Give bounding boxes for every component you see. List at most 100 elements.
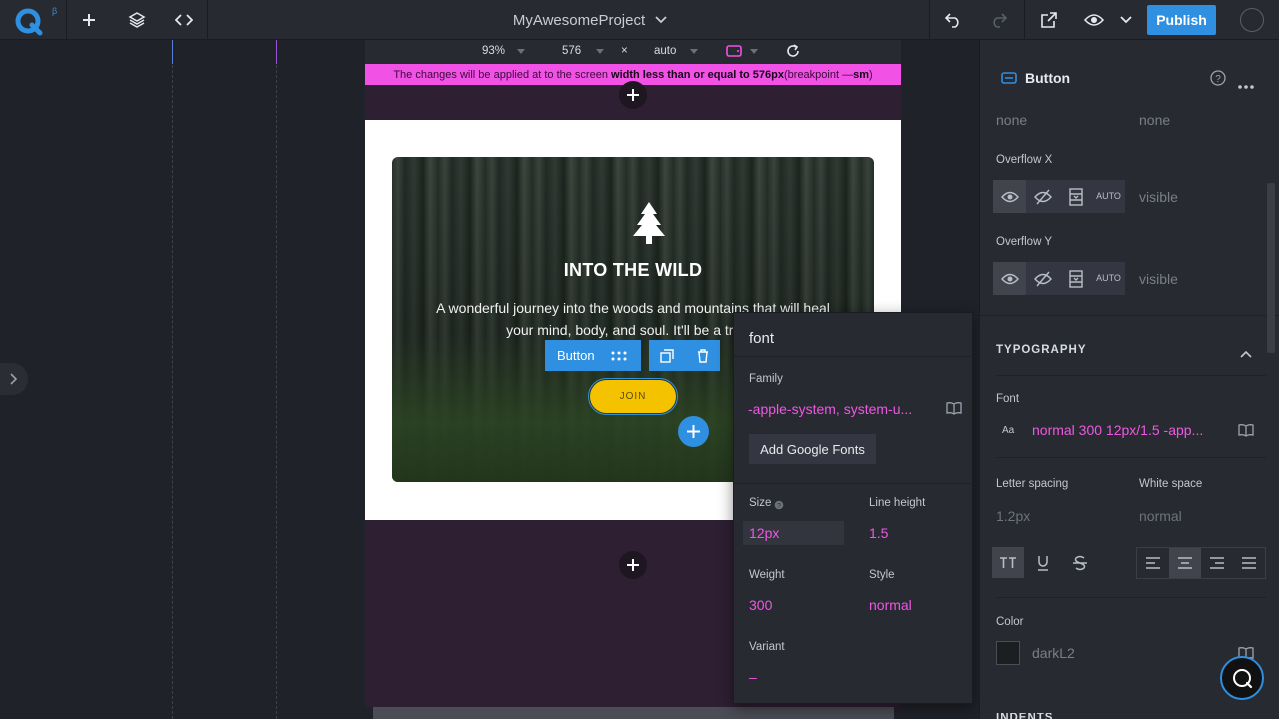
book-icon[interactable] bbox=[946, 401, 962, 420]
add-section-button[interactable] bbox=[619, 551, 647, 579]
chevron-down-icon[interactable] bbox=[596, 49, 604, 54]
logo-icon[interactable]: β bbox=[14, 6, 57, 36]
white-space-label: White space bbox=[1139, 478, 1203, 490]
project-selector[interactable]: MyAwesomeProject bbox=[470, 0, 710, 40]
chat-button[interactable] bbox=[1220, 656, 1264, 700]
banner-bold: width less than or equal to 576px bbox=[611, 68, 784, 81]
duplicate-icon[interactable] bbox=[660, 348, 674, 363]
strikethrough-icon[interactable] bbox=[1072, 555, 1088, 576]
eye-icon bbox=[1000, 273, 1019, 284]
undo-button[interactable] bbox=[932, 0, 974, 40]
add-button[interactable] bbox=[68, 0, 110, 40]
zoom-value[interactable]: 93% bbox=[482, 45, 505, 57]
style-label: Style bbox=[869, 569, 895, 581]
style-value[interactable]: normal bbox=[869, 597, 912, 613]
redo-icon bbox=[993, 13, 1008, 28]
overflow-hidden-button[interactable] bbox=[1026, 262, 1059, 295]
chevron-down-icon bbox=[655, 16, 667, 24]
variant-value[interactable]: – bbox=[749, 669, 757, 685]
book-icon[interactable] bbox=[1238, 423, 1254, 442]
overflow-scroll-button[interactable] bbox=[1059, 180, 1092, 213]
breakpoint-guide bbox=[276, 40, 277, 64]
refresh-icon[interactable] bbox=[785, 43, 801, 62]
breakpoint-guide bbox=[172, 40, 173, 64]
viewport-height[interactable]: auto bbox=[654, 45, 676, 57]
color-value[interactable]: darkL2 bbox=[1032, 645, 1075, 661]
panel-scrollbar[interactable] bbox=[1267, 183, 1275, 353]
overflow-auto-button[interactable]: AU TO bbox=[1092, 180, 1125, 213]
device-icon[interactable] bbox=[726, 45, 742, 60]
align-left-icon[interactable] bbox=[1137, 548, 1169, 578]
element-label: Button bbox=[557, 348, 595, 363]
add-element-button[interactable] bbox=[678, 416, 709, 447]
preview-options-button[interactable] bbox=[1114, 0, 1138, 40]
avatar[interactable] bbox=[1240, 8, 1264, 32]
color-label: Color bbox=[996, 616, 1024, 628]
letter-spacing-value[interactable]: 1.2px bbox=[996, 508, 1030, 524]
overflow-auto-bottom: TO bbox=[1108, 273, 1121, 283]
more-icon[interactable] bbox=[1238, 76, 1254, 94]
project-name: MyAwesomeProject bbox=[512, 11, 646, 29]
layers-button[interactable] bbox=[116, 0, 158, 40]
code-button[interactable] bbox=[163, 0, 205, 40]
size-label: Size bbox=[749, 497, 772, 509]
eye-slash-icon bbox=[1033, 189, 1052, 204]
plus-icon bbox=[627, 559, 639, 571]
chevron-down-icon[interactable] bbox=[517, 49, 525, 54]
variant-label: Variant bbox=[749, 641, 785, 653]
help-icon[interactable]: ? bbox=[1210, 70, 1226, 91]
column-guide bbox=[276, 40, 277, 719]
viewport-width[interactable]: 576 bbox=[562, 45, 581, 57]
help-icon[interactable]: ? bbox=[774, 497, 784, 515]
horizontal-scrollbar[interactable] bbox=[373, 707, 894, 719]
overflow-visible-button[interactable] bbox=[993, 180, 1026, 213]
join-button[interactable]: JOIN bbox=[588, 378, 678, 415]
eye-icon bbox=[1000, 191, 1019, 202]
weight-value[interactable]: 300 bbox=[749, 597, 772, 613]
properties-panel: Button ? none none Overflow X AU TO visib… bbox=[979, 40, 1279, 719]
align-center-icon[interactable] bbox=[1169, 548, 1201, 578]
none-value-left[interactable]: none bbox=[996, 112, 1027, 128]
trash-icon[interactable] bbox=[697, 348, 709, 363]
chevron-up-icon[interactable] bbox=[1240, 345, 1252, 363]
align-justify-icon[interactable] bbox=[1233, 548, 1265, 578]
tree-icon bbox=[632, 202, 666, 244]
chevron-down-icon[interactable] bbox=[690, 49, 698, 54]
align-right-icon[interactable] bbox=[1201, 548, 1233, 578]
overflow-hidden-button[interactable] bbox=[1026, 180, 1059, 213]
overflow-scroll-button[interactable] bbox=[1059, 262, 1092, 295]
add-section-button[interactable] bbox=[619, 81, 647, 109]
indents-heading[interactable]: INDENTS bbox=[996, 713, 1053, 719]
size-value[interactable]: 12px bbox=[749, 525, 779, 541]
chevron-down-icon[interactable] bbox=[750, 49, 758, 54]
element-toolbar: Button bbox=[545, 340, 720, 371]
family-value[interactable]: -apple-system, system-u... bbox=[748, 401, 933, 417]
drag-icon[interactable] bbox=[611, 351, 627, 361]
redo-button[interactable] bbox=[978, 0, 1020, 40]
viewport-size-bar: 93% 576 × auto bbox=[365, 40, 901, 64]
none-value-right[interactable]: none bbox=[1139, 112, 1170, 128]
white-space-value[interactable]: normal bbox=[1139, 508, 1182, 524]
preview-external-button[interactable] bbox=[1028, 0, 1070, 40]
publish-button[interactable]: Publish bbox=[1147, 5, 1216, 35]
letter-spacing-label: Letter spacing bbox=[996, 478, 1069, 490]
overflow-y-value: visible bbox=[1139, 271, 1178, 287]
element-label-button[interactable]: Button bbox=[545, 340, 641, 371]
overflow-x-label: Overflow X bbox=[996, 154, 1053, 166]
overflow-visible-button[interactable] bbox=[993, 262, 1026, 295]
typography-heading[interactable]: TYPOGRAPHY bbox=[996, 344, 1087, 356]
underline-icon[interactable] bbox=[1036, 555, 1050, 576]
preview-button[interactable] bbox=[1074, 0, 1114, 40]
overflow-x-value: visible bbox=[1139, 189, 1178, 205]
element-actions bbox=[649, 340, 720, 371]
line-height-value[interactable]: 1.5 bbox=[869, 525, 888, 541]
line-height-label: Line height bbox=[869, 497, 926, 509]
add-google-fonts-button[interactable]: Add Google Fonts bbox=[749, 434, 876, 464]
overflow-y-label: Overflow Y bbox=[996, 236, 1053, 248]
font-value[interactable]: normal 300 12px/1.5 -app... bbox=[1032, 422, 1227, 438]
text-align-group bbox=[1136, 547, 1266, 579]
text-transform-button[interactable] bbox=[992, 547, 1024, 578]
overflow-auto-button[interactable]: AU TO bbox=[1092, 262, 1125, 295]
scroll-icon bbox=[1068, 187, 1083, 206]
color-swatch[interactable] bbox=[996, 641, 1020, 665]
